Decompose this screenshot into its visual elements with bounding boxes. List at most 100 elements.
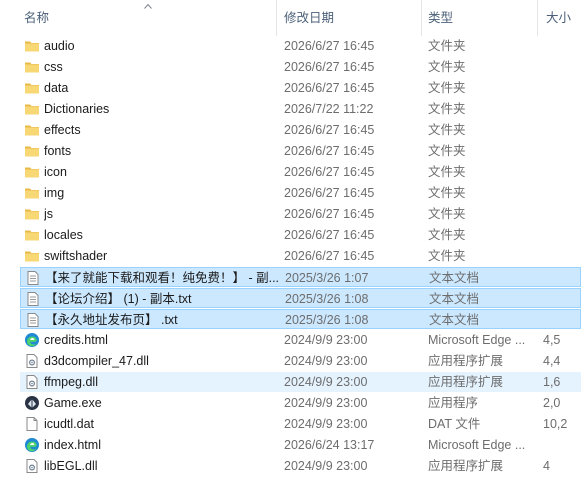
file-date: 2025/3/26 1:07 [285, 271, 369, 285]
folder-icon [24, 185, 40, 201]
file-name: css [44, 60, 63, 74]
file-size: 4,5 [543, 333, 561, 347]
file-date: 2026/6/27 16:45 [284, 81, 375, 95]
file-row[interactable]: icudtl.dat 2024/9/9 23:00 DAT 文件 10,2 [20, 414, 581, 434]
file-row[interactable]: js 2026/6/27 16:45 文件夹 [20, 204, 581, 224]
file-name: 【永久地址发布页】 .txt [45, 313, 178, 327]
file-size [543, 246, 581, 266]
file-size [543, 36, 581, 56]
file-row[interactable]: 【来了就能下载和观看！纯免费！】 - 副... 2025/3/26 1:07 文本文… [20, 267, 581, 287]
file-name: icon [44, 165, 67, 179]
file-name: js [44, 207, 54, 221]
file-name: libEGL.dll [44, 459, 98, 473]
file-size [544, 289, 581, 309]
file-row[interactable]: icon 2026/6/27 16:45 文件夹 [20, 162, 581, 182]
file-size [543, 435, 581, 455]
file-date: 2024/9/9 23:00 [284, 396, 368, 410]
column-divider[interactable] [537, 0, 538, 36]
file-row[interactable]: img 2026/6/27 16:45 文件夹 [20, 183, 581, 203]
file-type: Microsoft Edge ... [428, 438, 526, 452]
dll-icon [24, 374, 40, 390]
file-name: index.html [44, 438, 101, 452]
file-row[interactable]: data 2026/6/27 16:45 文件夹 [20, 78, 581, 98]
edge-icon [24, 332, 40, 348]
file-name: credits.html [44, 333, 108, 347]
sort-ascending-icon[interactable] [144, 3, 152, 9]
file-name: 【来了就能下载和观看！纯免费！】 - 副... [45, 271, 280, 285]
file-name: img [44, 186, 65, 200]
folder-icon [24, 164, 40, 180]
file-size [543, 99, 581, 119]
file-date: 2026/6/27 16:45 [284, 207, 375, 221]
folder-icon [24, 101, 40, 117]
file-date: 2024/9/9 23:00 [284, 459, 368, 473]
file-date: 2024/9/9 23:00 [284, 375, 368, 389]
file-size: 2,0 [543, 396, 561, 410]
file-row[interactable]: libEGL.dll 2024/9/9 23:00 应用程序扩展 4 [20, 456, 581, 476]
file-row[interactable]: swiftshader 2026/6/27 16:45 文件夹 [20, 246, 581, 266]
file-date: 2024/9/9 23:00 [284, 354, 368, 368]
file-type: Microsoft Edge ... [428, 333, 526, 347]
folder-icon [24, 38, 40, 54]
file-name: Dictionaries [44, 102, 110, 116]
file-row[interactable]: effects 2026/6/27 16:45 文件夹 [20, 120, 581, 140]
file-type: 文件夹 [428, 39, 466, 53]
file-name: Game.exe [44, 396, 102, 410]
file-row[interactable]: d3dcompiler_47.dll 2024/9/9 23:00 应用程序扩展 4,… [20, 351, 581, 371]
text-file-icon [25, 270, 41, 286]
file-row[interactable]: fonts 2026/6/27 16:45 文件夹 [20, 141, 581, 161]
file-name: effects [44, 123, 81, 137]
file-row[interactable]: 【论坛介绍】 (1) - 副本.txt 2025/3/26 1:08 文本文档 [20, 288, 581, 308]
file-name: locales [44, 228, 83, 242]
file-size [543, 120, 581, 140]
file-type: 文本文档 [429, 271, 480, 285]
file-type: 应用程序 [428, 396, 479, 410]
column-header-size[interactable]: 大小 [546, 0, 571, 36]
file-row[interactable]: credits.html 2024/9/9 23:00 Microsoft Edge… [20, 330, 581, 350]
file-type: 文本文档 [429, 292, 480, 306]
column-header-name[interactable]: 名称 [24, 0, 49, 36]
file-row[interactable]: css 2026/6/27 16:45 文件夹 [20, 57, 581, 77]
file-size [543, 225, 581, 245]
file-date: 2026/7/22 11:22 [284, 102, 374, 116]
file-date: 2026/6/27 16:45 [284, 249, 375, 263]
file-size [543, 78, 581, 98]
dll-icon [24, 458, 40, 474]
text-file-icon [25, 291, 41, 307]
column-divider[interactable] [421, 0, 422, 36]
folder-icon [24, 143, 40, 159]
file-date: 2026/6/27 16:45 [284, 39, 375, 53]
file-size [543, 141, 581, 161]
file-row[interactable]: 【永久地址发布页】 .txt 2025/3/26 1:08 文本文档 [20, 309, 581, 329]
file-type: DAT 文件 [428, 417, 481, 431]
file-type: 文件夹 [428, 186, 466, 200]
file-row[interactable]: locales 2026/6/27 16:45 文件夹 [20, 225, 581, 245]
file-type: 应用程序扩展 [428, 354, 504, 368]
folder-icon [24, 80, 40, 96]
column-divider[interactable] [276, 0, 277, 36]
file-size [543, 57, 581, 77]
column-header-date[interactable]: 修改日期 [284, 0, 334, 36]
file-size [543, 183, 581, 203]
folder-icon [24, 122, 40, 138]
file-date: 2025/3/26 1:08 [285, 292, 369, 306]
file-row[interactable]: Game.exe 2024/9/9 23:00 应用程序 2,0 [20, 393, 581, 413]
file-row[interactable]: index.html 2026/6/24 13:17 Microsoft Edge … [20, 435, 581, 455]
file-row[interactable]: audio 2026/6/27 16:45 文件夹 [20, 36, 581, 56]
folder-icon [24, 206, 40, 222]
file-type: 应用程序扩展 [428, 375, 504, 389]
file-date: 2026/6/27 16:45 [284, 165, 375, 179]
file-name: swiftshader [44, 249, 108, 263]
column-header-type[interactable]: 类型 [428, 0, 453, 36]
file-date: 2026/6/27 16:45 [284, 228, 375, 242]
file-type: 文件夹 [428, 123, 466, 137]
file-name: audio [44, 39, 75, 53]
file-size: 4,4 [543, 354, 561, 368]
file-row[interactable]: Dictionaries 2026/7/22 11:22 文件夹 [20, 99, 581, 119]
file-type: 文件夹 [428, 228, 466, 242]
file-row[interactable]: ffmpeg.dll 2024/9/9 23:00 应用程序扩展 1,6 [20, 372, 581, 392]
file-size: 10,2 [543, 417, 568, 431]
file-name: fonts [44, 144, 72, 158]
exe-icon [24, 395, 40, 411]
file-size [544, 268, 581, 288]
